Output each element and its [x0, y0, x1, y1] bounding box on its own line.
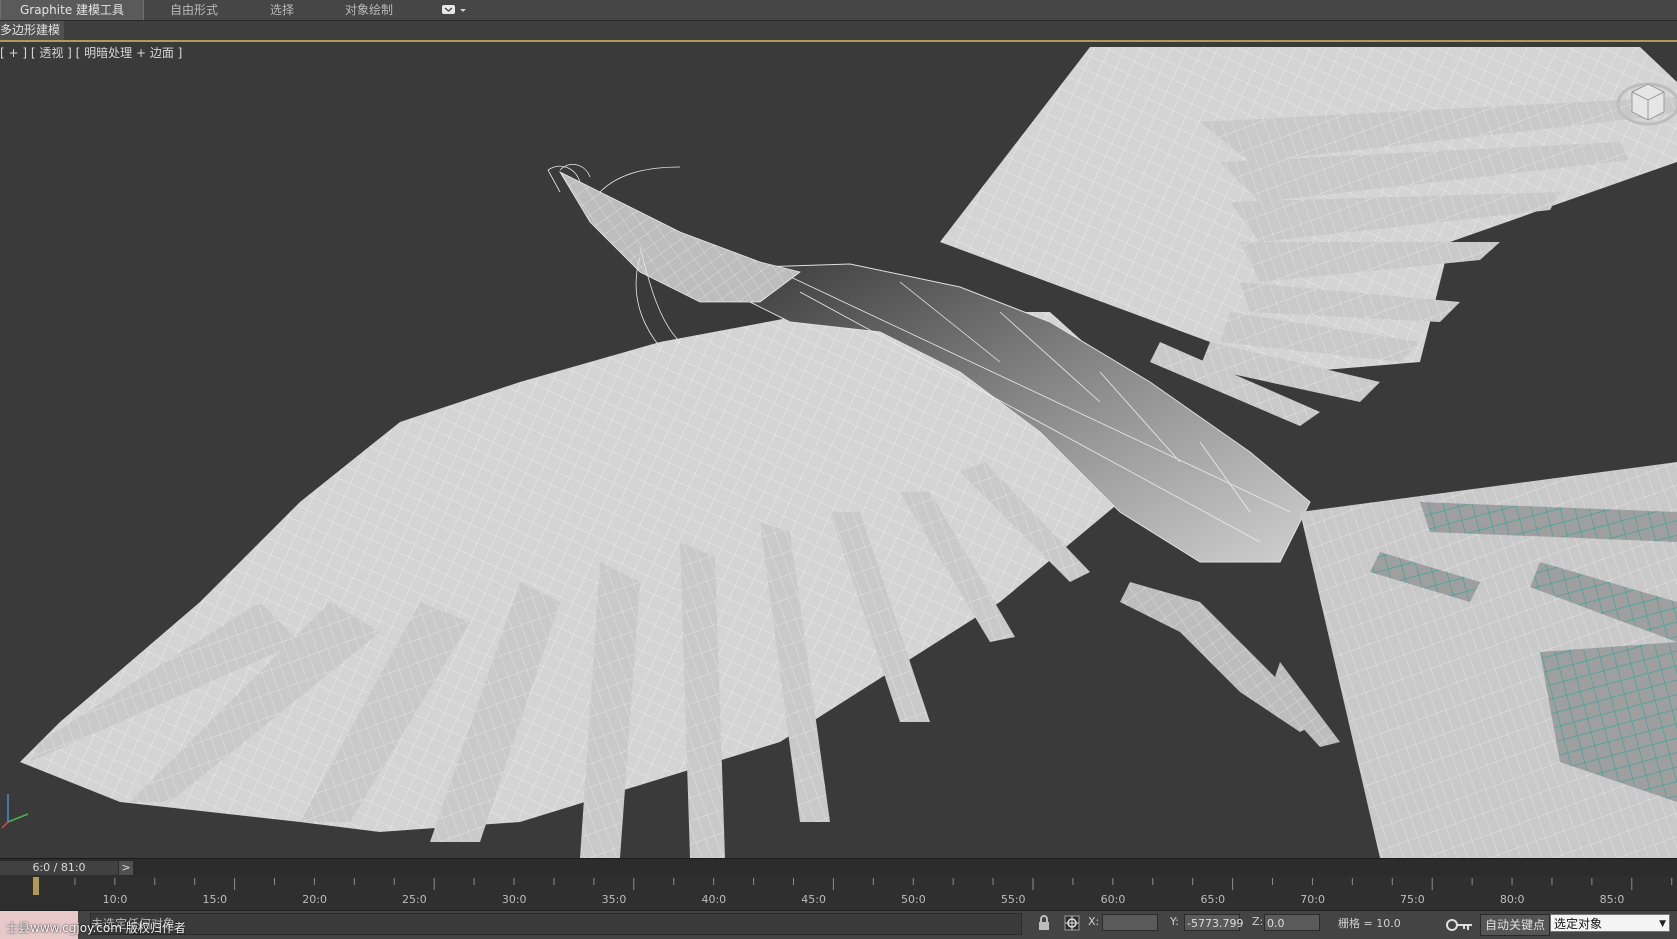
- ruler-tick-label: 15:0: [202, 893, 228, 906]
- ribbon-panel-bar: 多边形建模: [0, 21, 1677, 42]
- perspective-viewport[interactable]: [ + ] [ 透视 ] [ 明暗处理 + 边面 ]: [0, 42, 1677, 858]
- current-frame-indicator[interactable]: 6:0 / 81:0: [0, 861, 118, 875]
- key-filter-value: 选定对象: [1554, 917, 1603, 931]
- chevron-down-icon: ▼: [1659, 919, 1666, 929]
- tab-graphite-modeling[interactable]: Graphite 建模工具: [0, 0, 144, 20]
- ruler-tick-label: 75:0: [1400, 893, 1425, 906]
- ruler-tick-label: 70:0: [1300, 893, 1325, 906]
- ruler-tick-label: 30:0: [501, 893, 527, 906]
- ribbon-options-dropdown[interactable]: [442, 4, 468, 16]
- status-bar: 士县www.cgjoy.com 版权归作者 未选定任何对象 X: Y: -577…: [0, 910, 1677, 939]
- left-wing: [20, 312, 1150, 858]
- ruler-tick-label: 45:0: [801, 893, 826, 906]
- grid-size-readout: 栅格 = 10.0: [1338, 917, 1401, 930]
- track-bar[interactable]: 10:0 15:0 20:0 25:0 30:0 35:0 40:0 45:0 50:0 55:0…: [0, 876, 1677, 910]
- set-key-icon[interactable]: [1444, 917, 1474, 933]
- status-message: 未选定任何对象: [90, 913, 1022, 935]
- ruler-tick-label: 25:0: [402, 893, 427, 906]
- ruler-tick-label: 40:0: [701, 893, 727, 906]
- z-label: Z:: [1252, 915, 1264, 928]
- head: [547, 163, 801, 348]
- y-coordinate-field[interactable]: -5773.799: [1184, 914, 1243, 931]
- tab-freeform[interactable]: 自由形式: [152, 0, 236, 20]
- ruler-tick-label: 10:0: [102, 893, 128, 906]
- axis-tripod-icon: [1, 794, 29, 829]
- watermark-text: 士县www.cgjoy.com 版权归作者: [6, 921, 186, 935]
- time-marker[interactable]: [33, 877, 39, 895]
- ruler-tick-label: 65:0: [1200, 893, 1226, 906]
- phoenix-model: [1, 47, 1677, 858]
- ruler-tick-label: 85:0: [1599, 893, 1625, 906]
- tab-object-paint[interactable]: 对象绘制: [332, 0, 406, 20]
- absolute-mode-icon[interactable]: [1064, 915, 1080, 931]
- tail-feathers: [1300, 462, 1677, 858]
- polygon-modeling-panel[interactable]: 多边形建模: [0, 21, 65, 40]
- z-coordinate-field[interactable]: 0.0: [1264, 914, 1320, 931]
- lock-icon[interactable]: [1036, 915, 1052, 931]
- y-label: Y:: [1170, 915, 1179, 928]
- x-label: X:: [1088, 915, 1100, 928]
- tab-selection[interactable]: 选择: [252, 0, 312, 20]
- ruler-tick-label: 50:0: [901, 893, 926, 906]
- track-ruler: [33, 877, 1673, 895]
- next-frame-button[interactable]: >: [119, 861, 133, 875]
- ruler-tick-label: 80:0: [1499, 893, 1525, 906]
- key-filter-dropdown[interactable]: 选定对象 ▼: [1550, 914, 1670, 932]
- legs: [1120, 582, 1340, 747]
- ruler-tick-label: 35:0: [601, 893, 627, 906]
- ruler-tick-label: 55:0: [1000, 893, 1026, 906]
- ruler-tick-label: 60:0: [1100, 893, 1126, 906]
- x-coordinate-field[interactable]: [1102, 914, 1158, 931]
- viewport-label-menu[interactable]: [ + ] [ 透视 ] [ 明暗处理 + 边面 ]: [0, 44, 182, 61]
- ruler-tick-label: 20:0: [302, 893, 327, 906]
- ribbon-tab-bar: Graphite 建模工具 自由形式 选择 对象绘制: [0, 0, 1677, 21]
- auto-key-button[interactable]: 自动关键点: [1480, 914, 1550, 936]
- time-slider[interactable]: 6:0 / 81:0 >: [0, 858, 1677, 877]
